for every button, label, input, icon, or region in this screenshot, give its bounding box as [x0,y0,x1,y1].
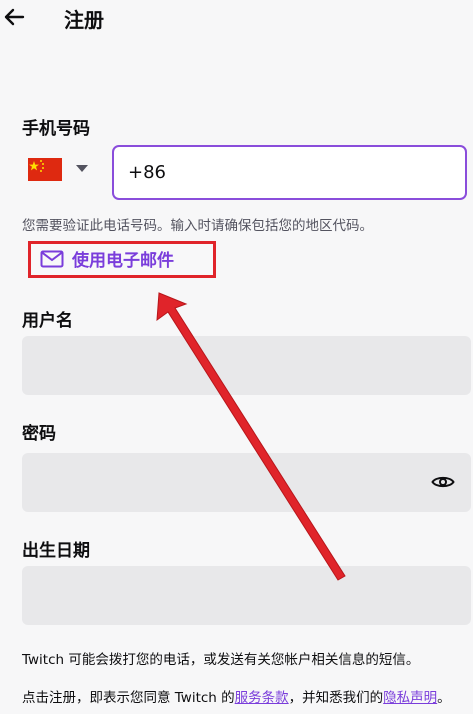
privacy-notice-link[interactable]: 隐私声明 [383,690,437,706]
username-input[interactable] [22,336,471,395]
terms-middle: ，并知悉我们的 [288,690,384,706]
terms-prefix: 点击注册，即表示您同意 Twitch 的 [22,690,235,706]
terms-suffix: 。 [437,690,451,706]
mail-icon [40,250,64,267]
page-title: 注册 [64,8,104,32]
sms-notice: Twitch 可能会拨打您的电话，或发送有关您帐户相关信息的短信。 [22,652,420,668]
use-email-label: 使用电子邮件 [72,251,174,271]
china-flag-icon [28,157,62,181]
birthdate-input[interactable] [22,566,471,625]
password-label: 密码 [22,424,56,444]
eye-icon [431,476,455,488]
arrow-left-icon [4,8,25,26]
terms-of-service-link[interactable]: 服务条款 [235,690,289,706]
back-button[interactable] [0,0,28,34]
birthdate-label: 出生日期 [22,541,90,561]
use-email-link[interactable]: 使用电子邮件 [40,246,174,271]
password-input[interactable] [22,453,471,512]
phone-input[interactable] [112,145,467,200]
terms-notice: 点击注册，即表示您同意 Twitch 的服务条款，并知悉我们的隐私声明。 [22,686,451,706]
username-label: 用户名 [22,311,73,331]
country-code-selector[interactable] [28,152,98,186]
caret-down-icon [76,165,88,172]
show-password-button[interactable] [429,468,457,496]
phone-label: 手机号码 [22,119,90,139]
phone-hint: 您需要验证此电话号码。输入时请确保包括您的地区代码。 [22,218,373,234]
